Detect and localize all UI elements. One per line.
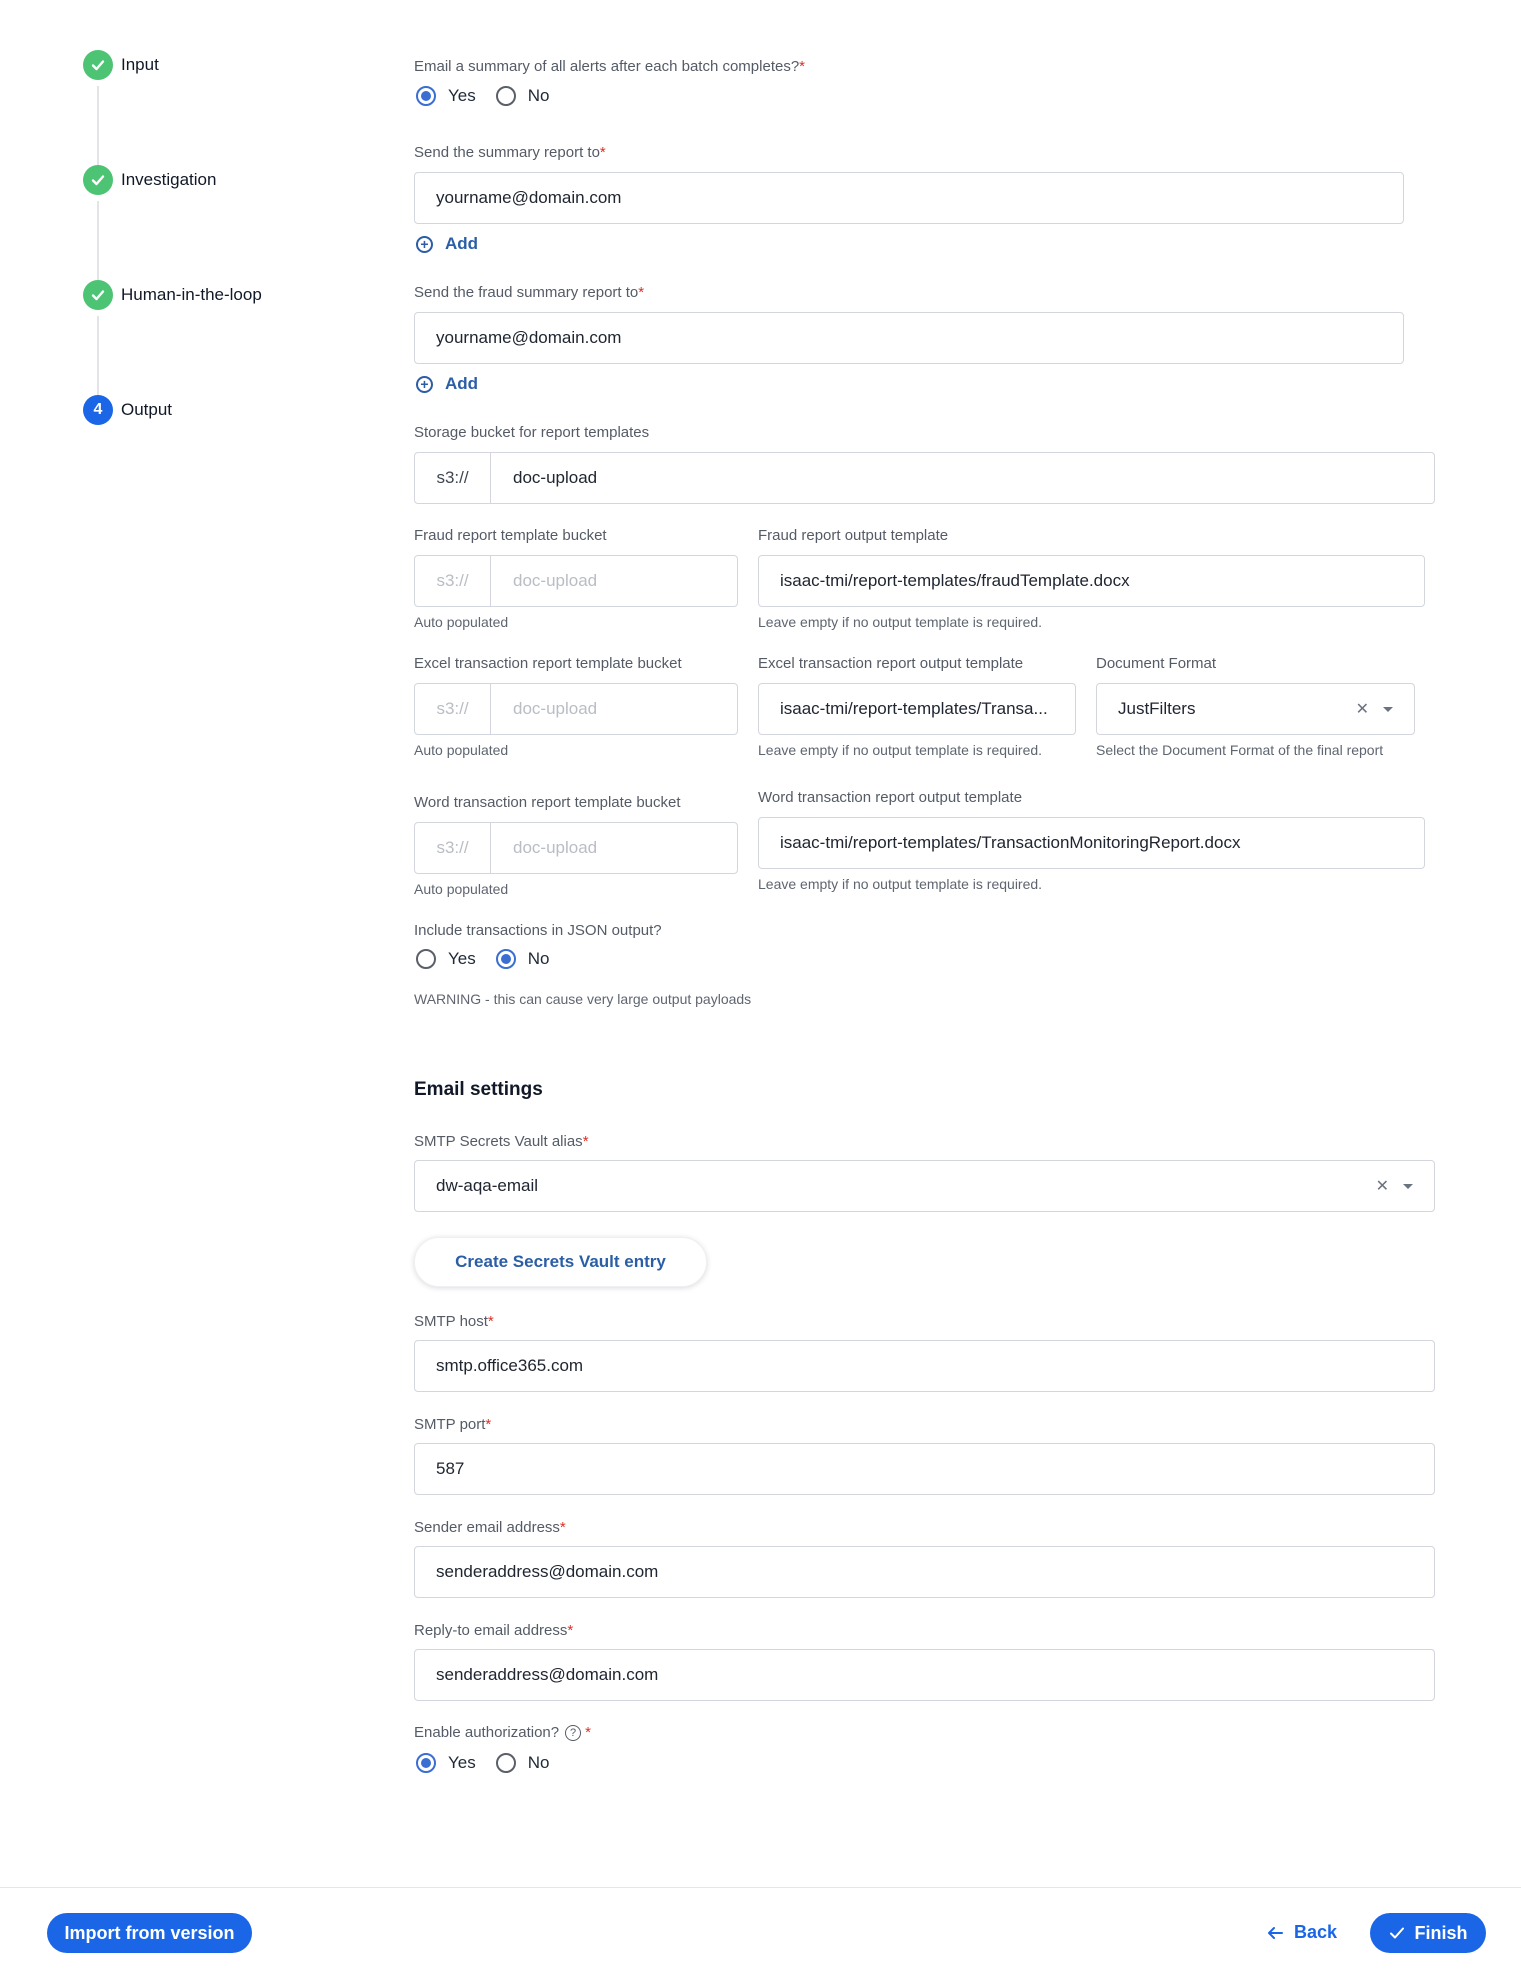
check-icon bbox=[83, 165, 113, 195]
include-transactions-label: Include transactions in JSON output? bbox=[414, 922, 662, 939]
s3-prefix: s3:// bbox=[415, 823, 491, 873]
step-label: Input bbox=[121, 55, 159, 74]
step-connector bbox=[97, 201, 99, 281]
radio-icon[interactable] bbox=[495, 86, 516, 106]
step-input[interactable]: Input bbox=[83, 50, 159, 80]
radio-icon[interactable] bbox=[416, 949, 436, 969]
smtp-port-label: SMTP port* bbox=[414, 1416, 492, 1433]
plus-circle-icon: + bbox=[416, 375, 433, 393]
add-summary-recipient-button[interactable]: + Add bbox=[416, 234, 478, 254]
include-transactions-radio-group: Yes No bbox=[416, 949, 569, 969]
reply-to-email-input[interactable]: senderaddress@domain.com bbox=[414, 1649, 1435, 1701]
word-template-bucket-input: s3:// doc-upload bbox=[414, 822, 738, 874]
summary-report-to-input[interactable]: yourname@domain.com bbox=[414, 172, 1404, 224]
storage-bucket-label: Storage bucket for report templates bbox=[414, 424, 650, 441]
excel-template-bucket-value: doc-upload bbox=[513, 699, 598, 718]
plus-circle-icon: + bbox=[416, 235, 433, 253]
document-format-hint: Select the Document Format of the final … bbox=[1096, 742, 1384, 758]
enable-auth-yes[interactable]: Yes bbox=[416, 1753, 476, 1773]
chevron-down-icon[interactable] bbox=[1403, 1183, 1413, 1189]
email-summary-radio-group: Yes No bbox=[416, 86, 569, 106]
word-template-bucket-hint: Auto populated bbox=[414, 881, 509, 897]
s3-prefix: s3:// bbox=[415, 556, 491, 606]
excel-output-template-label: Excel transaction report output template bbox=[758, 655, 1024, 672]
sender-email-input[interactable]: senderaddress@domain.com bbox=[414, 1546, 1435, 1598]
smtp-host-label: SMTP host* bbox=[414, 1313, 494, 1330]
arrow-left-icon bbox=[1268, 1926, 1283, 1939]
import-from-version-button[interactable]: Import from version bbox=[47, 1913, 252, 1953]
back-button[interactable]: Back bbox=[1266, 1922, 1337, 1943]
include-transactions-warning: WARNING - this can cause very large outp… bbox=[414, 991, 752, 1007]
excel-output-template-input[interactable]: isaac-tmi/report-templates/Transa... bbox=[758, 683, 1076, 735]
email-settings-title: Email settings bbox=[414, 1079, 543, 1100]
fraud-summary-report-to-label: Send the fraud summary report to* bbox=[414, 284, 645, 301]
footer-bar: Import from version Back Finish bbox=[0, 1887, 1521, 1971]
chevron-down-icon[interactable] bbox=[1383, 706, 1393, 712]
step-human-in-the-loop[interactable]: Human-in-the-loop bbox=[83, 280, 262, 310]
radio-checked-icon[interactable] bbox=[416, 1753, 436, 1773]
smtp-host-input[interactable]: smtp.office365.com bbox=[414, 1340, 1435, 1392]
fraud-template-bucket-label: Fraud report template bucket bbox=[414, 527, 607, 544]
radio-checked-icon[interactable] bbox=[495, 949, 516, 969]
fraud-template-bucket-value: doc-upload bbox=[513, 571, 598, 590]
enable-auth-radio-group: Yes No bbox=[416, 1753, 569, 1773]
fraud-template-bucket-hint: Auto populated bbox=[414, 614, 509, 630]
document-format-select[interactable]: JustFilters ✕ bbox=[1096, 683, 1415, 735]
radio-icon[interactable] bbox=[495, 1753, 516, 1773]
fraud-template-bucket-input: s3:// doc-upload bbox=[414, 555, 738, 607]
help-icon[interactable]: ? bbox=[565, 1725, 582, 1742]
excel-output-template-hint: Leave empty if no output template is req… bbox=[758, 742, 1043, 758]
step-number: 4 bbox=[83, 395, 113, 425]
check-icon bbox=[83, 50, 113, 80]
step-connector bbox=[97, 86, 99, 166]
check-icon bbox=[1389, 1927, 1404, 1939]
excel-template-bucket-input: s3:// doc-upload bbox=[414, 683, 738, 735]
enable-auth-no[interactable]: No bbox=[495, 1753, 549, 1773]
step-label: Output bbox=[121, 400, 173, 419]
smtp-port-input[interactable]: 587 bbox=[414, 1443, 1435, 1495]
create-secrets-vault-button[interactable]: Create Secrets Vault entry bbox=[414, 1237, 707, 1287]
email-summary-yes[interactable]: Yes bbox=[416, 86, 476, 106]
excel-template-bucket-hint: Auto populated bbox=[414, 742, 509, 758]
excel-template-bucket-label: Excel transaction report template bucket bbox=[414, 655, 682, 672]
fraud-output-template-label: Fraud report output template bbox=[758, 527, 949, 544]
word-output-template-hint: Leave empty if no output template is req… bbox=[758, 876, 1043, 892]
reply-to-email-label: Reply-to email address* bbox=[414, 1622, 574, 1639]
storage-bucket-input[interactable]: s3:// doc-upload bbox=[414, 452, 1435, 504]
email-summary-label: Email a summary of all alerts after each… bbox=[414, 58, 806, 75]
step-label: Human-in-the-loop bbox=[121, 285, 262, 304]
clear-icon[interactable]: ✕ bbox=[1356, 699, 1369, 719]
include-transactions-yes[interactable]: Yes bbox=[416, 949, 476, 969]
word-output-template-label: Word transaction report output template bbox=[758, 789, 1023, 806]
fraud-summary-report-to-input[interactable]: yourname@domain.com bbox=[414, 312, 1404, 364]
s3-prefix: s3:// bbox=[415, 453, 491, 503]
include-transactions-no[interactable]: No bbox=[495, 949, 549, 969]
add-fraud-recipient-button[interactable]: + Add bbox=[416, 374, 478, 394]
word-template-bucket-label: Word transaction report template bucket bbox=[414, 794, 681, 811]
word-output-template-input[interactable]: isaac-tmi/report-templates/TransactionMo… bbox=[758, 817, 1425, 869]
fraud-output-template-hint: Leave empty if no output template is req… bbox=[758, 614, 1043, 630]
step-output[interactable]: 4 Output bbox=[83, 395, 172, 425]
radio-checked-icon[interactable] bbox=[416, 86, 436, 106]
smtp-alias-label: SMTP Secrets Vault alias* bbox=[414, 1133, 589, 1150]
sender-email-label: Sender email address* bbox=[414, 1519, 566, 1536]
clear-icon[interactable]: ✕ bbox=[1376, 1176, 1389, 1196]
smtp-alias-select[interactable]: dw-aqa-email ✕ bbox=[414, 1160, 1435, 1212]
storage-bucket-value: doc-upload bbox=[513, 468, 598, 487]
enable-auth-label: Enable authorization?? * bbox=[414, 1724, 591, 1742]
check-icon bbox=[83, 280, 113, 310]
step-investigation[interactable]: Investigation bbox=[83, 165, 216, 195]
step-label: Investigation bbox=[121, 170, 217, 189]
email-summary-no[interactable]: No bbox=[495, 86, 549, 106]
s3-prefix: s3:// bbox=[415, 684, 491, 734]
summary-report-to-label: Send the summary report to* bbox=[414, 144, 606, 161]
step-connector bbox=[97, 316, 99, 396]
document-format-label: Document Format bbox=[1096, 655, 1217, 672]
fraud-output-template-input[interactable]: isaac-tmi/report-templates/fraudTemplate… bbox=[758, 555, 1425, 607]
finish-button[interactable]: Finish bbox=[1370, 1913, 1486, 1953]
word-template-bucket-value: doc-upload bbox=[513, 838, 598, 857]
